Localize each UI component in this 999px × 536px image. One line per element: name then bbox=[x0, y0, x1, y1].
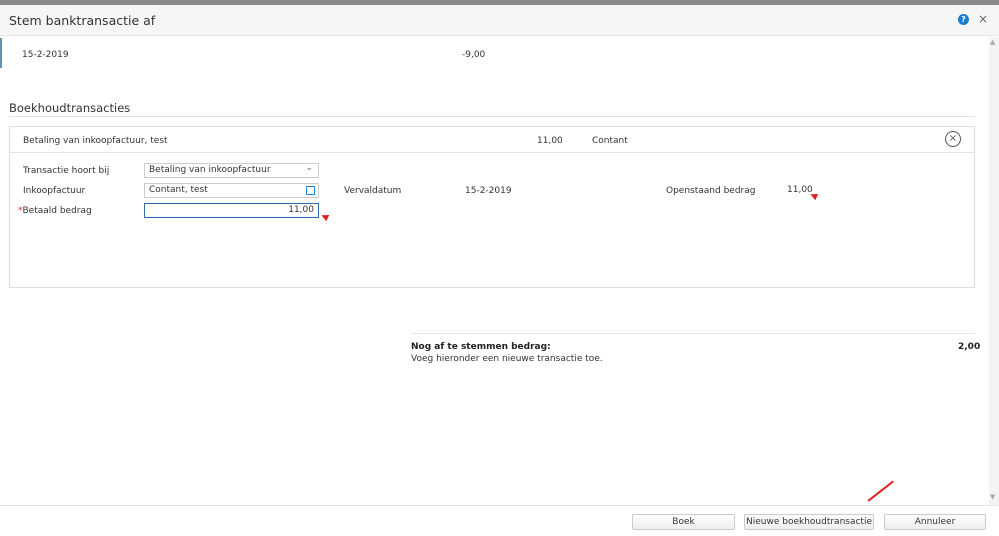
transaction-card: Betaling van inkoopfactuur, test 11,00 C… bbox=[9, 126, 975, 288]
transaction-method: Contant bbox=[592, 136, 628, 146]
annotation-arrow: ◀ bbox=[319, 211, 330, 223]
remove-transaction-icon[interactable]: × bbox=[945, 131, 961, 147]
remaining-value: 2,00 bbox=[958, 342, 981, 352]
help-icon[interactable]: ? bbox=[958, 14, 969, 25]
invoice-value: Contant, test bbox=[149, 185, 208, 195]
transaction-card-header[interactable]: Betaling van inkoopfactuur, test 11,00 C… bbox=[10, 127, 974, 153]
remaining-hint: Voeg hieronder een nieuwe transactie toe… bbox=[411, 354, 603, 364]
bank-date: 15-2-2019 bbox=[22, 50, 69, 60]
due-date-value: 15-2-2019 bbox=[465, 186, 512, 196]
bank-amount: -9,00 bbox=[462, 50, 486, 60]
section-title: Boekhoudtransacties bbox=[9, 101, 131, 115]
row-indicator bbox=[0, 38, 2, 68]
chevron-down-icon: ⌄ bbox=[305, 163, 313, 173]
scroll-down-icon[interactable]: ▼ bbox=[990, 493, 995, 501]
dialog-footer: Boek Nieuwe boekhoudtransactie Annuleer bbox=[0, 505, 999, 536]
scroll-up-icon[interactable]: ▲ bbox=[990, 38, 995, 46]
book-button[interactable]: Boek bbox=[632, 514, 735, 530]
new-transaction-button[interactable]: Nieuwe boekhoudtransactie bbox=[744, 514, 874, 530]
dialog-header: Stem banktransactie af ? × bbox=[0, 5, 999, 36]
scrollbar[interactable]: ▲ ▼ bbox=[989, 37, 999, 505]
transaction-summary: Betaling van inkoopfactuur, test bbox=[23, 136, 168, 146]
paid-label: Betaald bedrag bbox=[22, 206, 92, 216]
cancel-button[interactable]: Annuleer bbox=[884, 514, 986, 530]
transaction-amount: 11,00 bbox=[537, 136, 563, 146]
belongs-to-value: Betaling van inkoopfactuur bbox=[149, 165, 271, 175]
divider bbox=[9, 116, 975, 117]
divider bbox=[411, 333, 975, 334]
invoice-input[interactable]: Contant, test bbox=[144, 183, 319, 198]
close-icon[interactable]: × bbox=[978, 12, 988, 26]
belongs-to-label: Transactie hoort bij bbox=[23, 166, 110, 176]
paid-amount-input[interactable]: 11,00 bbox=[144, 203, 319, 218]
outstanding-value: 11,00 bbox=[787, 185, 813, 195]
belongs-to-select[interactable]: Betaling van inkoopfactuur ⌄ bbox=[144, 163, 319, 178]
dialog-title: Stem banktransactie af bbox=[9, 13, 156, 28]
invoice-label: Inkoopfactuur bbox=[23, 186, 86, 196]
outstanding-label: Openstaand bedrag bbox=[666, 186, 756, 196]
lookup-icon[interactable] bbox=[306, 186, 315, 195]
annotation-arrow bbox=[867, 480, 894, 502]
remaining-label: Nog af te stemmen bedrag: bbox=[411, 342, 551, 352]
due-date-label: Vervaldatum bbox=[344, 186, 402, 196]
